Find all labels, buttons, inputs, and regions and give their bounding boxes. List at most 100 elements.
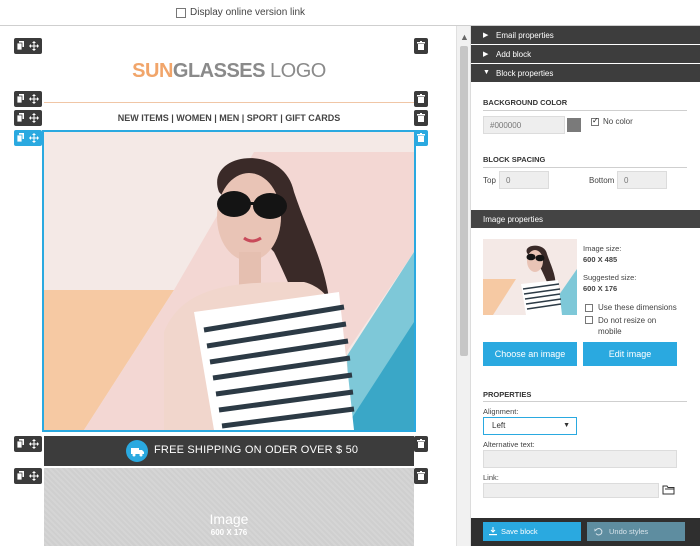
undo-styles-label: Undo styles	[609, 527, 649, 536]
copy-icon[interactable]	[17, 439, 25, 448]
block-tools-shipping	[14, 436, 42, 452]
woman-sunglasses-photo	[44, 132, 414, 430]
block-tools-hero	[14, 130, 42, 146]
divider-line	[44, 102, 414, 103]
alignment-value: Left	[492, 421, 506, 430]
image-properties-title: Image properties	[483, 215, 544, 224]
trash-icon	[417, 94, 425, 103]
link-input[interactable]	[483, 483, 659, 498]
delete-button-hero[interactable]	[414, 130, 428, 146]
copy-icon[interactable]	[17, 94, 25, 103]
use-dimensions-label: Use these dimensions	[598, 303, 677, 312]
nav-links[interactable]: NEW ITEMS | WOMEN | MEN | SPORT | GIFT C…	[44, 113, 414, 123]
move-icon[interactable]	[29, 113, 39, 123]
trash-icon	[417, 113, 425, 122]
accordion-label: Email properties	[496, 31, 554, 40]
trash-icon	[417, 133, 425, 142]
properties-title: PROPERTIES	[483, 390, 532, 399]
accordion-block-properties[interactable]: ▼ Block properties	[471, 64, 700, 82]
accordion-email-properties[interactable]: ▶ Email properties	[471, 26, 700, 44]
choose-image-button[interactable]: Choose an image	[483, 342, 577, 366]
triangle-right-icon: ▶	[483, 51, 489, 58]
suggested-size-label: Suggested size:	[583, 273, 637, 282]
image-size-label: Image size:	[583, 244, 622, 253]
shipping-text: FREE SHIPPING ON ODER OVER $ 50	[154, 444, 359, 456]
canvas-scrollbar[interactable]: ▲	[456, 26, 470, 546]
delete-button-nav[interactable]	[414, 110, 428, 126]
trash-icon	[417, 439, 425, 448]
section-divider	[483, 167, 687, 168]
display-online-checkbox[interactable]	[176, 8, 186, 18]
logo-part-glasses: GLASSES	[172, 60, 266, 82]
move-icon[interactable]	[29, 41, 39, 51]
placeholder-title: Image	[209, 511, 249, 527]
editor-root: Display online version link SUNGLASSES L…	[0, 0, 700, 546]
display-online-label[interactable]: Display online version link	[190, 7, 305, 18]
section-divider	[483, 110, 687, 111]
undo-styles-button[interactable]: Undo styles	[587, 522, 685, 541]
alignment-label: Alignment:	[483, 407, 519, 416]
edit-image-button[interactable]: Edit image	[583, 342, 677, 366]
delete-button-logo[interactable]	[414, 38, 428, 54]
background-color-title: BACKGROUND COLOR	[483, 98, 568, 107]
triangle-down-icon: ▼	[483, 69, 490, 76]
image-properties-header: Image properties	[471, 210, 700, 228]
logo-part-sun: SUN	[132, 60, 173, 82]
top-spacing-input[interactable]: 0	[499, 171, 549, 189]
scroll-thumb[interactable]	[460, 46, 468, 356]
image-placeholder[interactable]: Image 600 X 176	[44, 468, 414, 546]
move-icon[interactable]	[29, 439, 39, 449]
shipping-banner[interactable]: FREE SHIPPING ON ODER OVER $ 50	[44, 436, 414, 466]
panel-footer: Save block Undo styles	[471, 518, 700, 546]
no-color-checkbox[interactable]	[591, 116, 599, 126]
copy-icon[interactable]	[17, 471, 25, 480]
move-icon[interactable]	[29, 471, 39, 481]
email-canvas: SUNGLASSES LOGO NEW ITEMS | WOMEN | MEN …	[0, 26, 470, 546]
folder-icon[interactable]	[662, 484, 675, 495]
hero-image[interactable]	[42, 130, 416, 432]
alignment-select[interactable]: Left ▼	[483, 417, 577, 435]
save-block-button[interactable]: Save block	[483, 522, 581, 541]
bottom-spacing-input[interactable]: 0	[617, 171, 667, 189]
sunglasses-logo: SUNGLASSES LOGO	[44, 60, 414, 83]
use-dimensions-checkbox[interactable]	[585, 304, 593, 312]
alt-text-input[interactable]	[483, 450, 677, 468]
alt-text-label: Alternative text:	[483, 440, 535, 449]
bottom-label: Bottom	[589, 176, 615, 185]
image-size-value: 600 X 485	[583, 255, 618, 264]
no-color-label: No color	[603, 117, 633, 126]
undo-icon	[594, 528, 603, 536]
placeholder-size: 600 X 176	[210, 528, 248, 537]
block-spacing-title: BLOCK SPACING	[483, 155, 546, 164]
section-divider	[483, 401, 687, 402]
truck-icon	[126, 440, 148, 462]
background-color-input[interactable]: #000000	[483, 116, 565, 134]
link-label: Link:	[483, 473, 499, 482]
copy-icon[interactable]	[17, 41, 25, 50]
block-tools-divider	[14, 91, 42, 107]
triangle-right-icon: ▶	[483, 32, 489, 39]
block-tools-placeholder	[14, 468, 42, 484]
scroll-up-icon[interactable]: ▲	[460, 32, 469, 42]
move-icon[interactable]	[29, 133, 39, 143]
delete-button-shipping[interactable]	[414, 436, 428, 452]
do-not-resize-checkbox[interactable]	[585, 316, 593, 324]
accordion-add-block[interactable]: ▶ Add block	[471, 45, 700, 63]
copy-icon[interactable]	[17, 133, 25, 142]
logo-part-logo: LOGO	[264, 60, 326, 82]
copy-icon[interactable]	[17, 113, 25, 122]
trash-icon	[417, 41, 425, 50]
top-bar: Display online version link	[0, 0, 700, 26]
suggested-size-value: 600 X 176	[583, 284, 618, 293]
properties-panel: ▶ Email properties ▶ Add block ▼ Block p…	[470, 26, 700, 546]
delete-button-placeholder[interactable]	[414, 468, 428, 484]
block-tools-logo	[14, 38, 42, 54]
caret-down-icon: ▼	[563, 422, 570, 429]
block-tools-nav	[14, 110, 42, 126]
delete-button-divider[interactable]	[414, 91, 428, 107]
download-icon	[489, 527, 497, 536]
color-swatch[interactable]	[567, 118, 581, 132]
move-icon[interactable]	[29, 94, 39, 104]
top-label: Top	[483, 176, 496, 185]
accordion-label: Block properties	[496, 69, 554, 78]
